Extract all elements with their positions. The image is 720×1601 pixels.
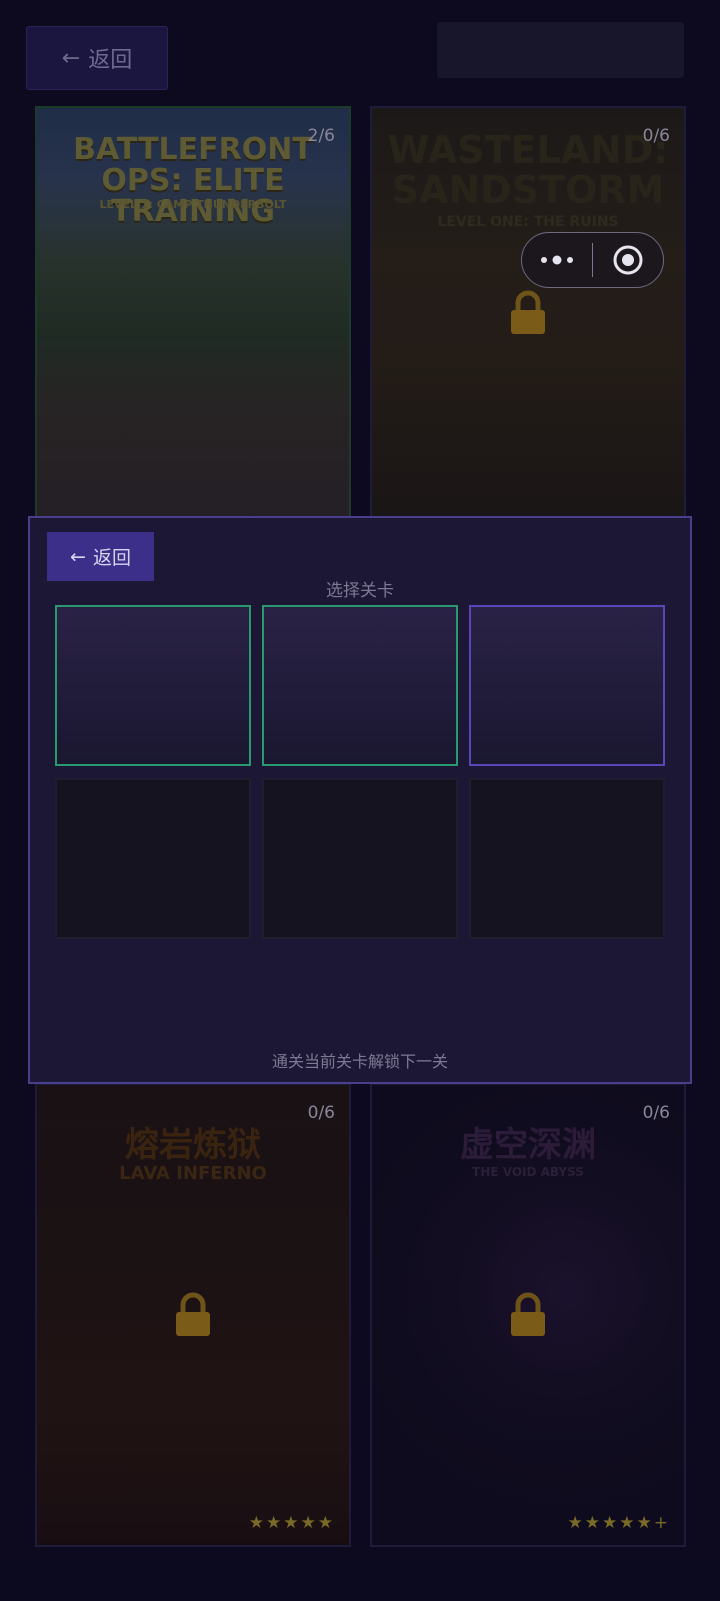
- star-icon: ★★★★★: [248, 1513, 335, 1533]
- progress-count: 2/6: [307, 126, 335, 146]
- level-cell-1[interactable]: [55, 605, 251, 766]
- card-subtitle: LAVA INFERNO: [119, 1163, 267, 1184]
- progress-count: 0/6: [307, 1103, 335, 1123]
- star-icon: ★★★★★+: [567, 1513, 670, 1533]
- mini-program-capsule: [521, 232, 664, 288]
- top-right-placeholder: [437, 22, 684, 78]
- chapter-card-battlefront[interactable]: BATTLEFRONT OPS: ELITE TRAINING LEVEL 1:…: [35, 106, 351, 520]
- more-dots-icon[interactable]: [522, 255, 592, 265]
- lock-icon: [176, 1292, 210, 1336]
- card-title: 虚空深渊: [460, 1125, 596, 1165]
- top-back-label: 返回: [88, 48, 133, 73]
- modal-back-label: 返回: [92, 547, 131, 569]
- level-select-modal: ← 返回 选择关卡 通关当前关卡解锁下一关: [28, 516, 692, 1084]
- top-back-button[interactable]: ← 返回: [26, 26, 168, 90]
- progress-count: 0/6: [642, 1103, 670, 1123]
- arrow-left-icon: ←: [61, 45, 81, 71]
- chapter-card-void[interactable]: 虚空深渊 THE VOID ABYSS 0/6 ★★★★★+: [370, 1083, 686, 1547]
- lock-icon: [511, 290, 545, 334]
- card-title: WASTELAND: SANDSTORM: [387, 128, 669, 212]
- target-icon[interactable]: [593, 244, 663, 276]
- card-title: BATTLEFRONT OPS: ELITE TRAINING: [73, 132, 313, 229]
- unlock-hint: 通关当前关卡解锁下一关: [271, 1052, 448, 1071]
- lock-icon: [511, 1292, 545, 1336]
- card-subtitle: THE VOID ABYSS: [472, 1165, 584, 1179]
- bottom-area: [0, 1557, 720, 1601]
- card-subtitle: LEVEL 1: CAMP THUNDERBOLT: [99, 198, 287, 211]
- modal-title: 选择关卡: [326, 581, 394, 601]
- chapter-card-lava[interactable]: 熔岩炼狱 LAVA INFERNO 0/6 ★★★★★: [35, 1083, 351, 1547]
- level-cell-5: [262, 778, 458, 939]
- arrow-left-icon: ←: [70, 545, 86, 568]
- level-cell-4: [55, 778, 251, 939]
- modal-back-button[interactable]: ← 返回: [47, 532, 154, 581]
- level-cell-3[interactable]: [469, 605, 665, 766]
- card-title: 熔岩炼狱: [125, 1125, 261, 1165]
- card-subtitle: LEVEL ONE: THE RUINS: [437, 214, 619, 230]
- progress-count: 0/6: [642, 126, 670, 146]
- level-cell-6: [469, 778, 665, 939]
- chapter-card-wasteland[interactable]: WASTELAND: SANDSTORM LEVEL ONE: THE RUIN…: [370, 106, 686, 520]
- level-cell-2[interactable]: [262, 605, 458, 766]
